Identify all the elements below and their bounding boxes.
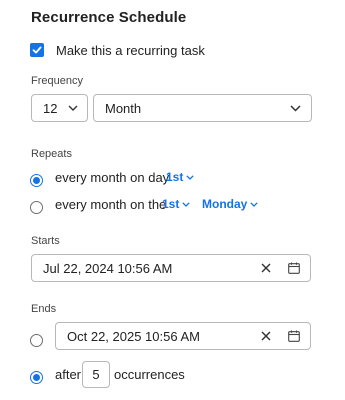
- start-datetime-input[interactable]: Jul 22, 2024 10:56 AM: [31, 254, 311, 282]
- end-after-radio[interactable]: [30, 371, 43, 384]
- repeat-weekday-value: Monday: [202, 197, 248, 211]
- repeats-label: Repeats: [31, 148, 72, 160]
- end-after-prefix: after: [55, 367, 82, 382]
- repeat-day-label: every month on day: [55, 170, 170, 185]
- chevron-down-icon: [186, 174, 195, 180]
- recurring-label[interactable]: Make this a recurring task: [56, 43, 205, 58]
- repeat-weekday-radio[interactable]: [30, 201, 43, 214]
- close-icon[interactable]: [258, 260, 274, 276]
- start-datetime-value: Jul 22, 2024 10:56 AM: [43, 260, 173, 276]
- frequency-unit-select[interactable]: Month: [93, 94, 312, 122]
- calendar-icon[interactable]: [286, 328, 302, 344]
- occurrence-count-value: 5: [92, 367, 100, 382]
- end-date-radio[interactable]: [30, 334, 43, 347]
- recurring-checkbox[interactable]: [30, 43, 44, 57]
- end-after-suffix: occurrences: [114, 367, 185, 382]
- frequency-unit-value: Month: [105, 100, 142, 116]
- end-datetime-input[interactable]: Oct 22, 2025 10:56 AM: [55, 322, 311, 350]
- repeat-ordinal-dropdown[interactable]: 1st: [162, 197, 191, 211]
- chevron-down-icon: [68, 105, 78, 111]
- frequency-label: Frequency: [31, 75, 83, 87]
- calendar-icon[interactable]: [286, 260, 302, 276]
- ends-label: Ends: [31, 303, 57, 315]
- occurrence-count-input[interactable]: 5: [82, 361, 110, 388]
- repeat-day-dropdown[interactable]: 1st: [166, 170, 195, 184]
- repeat-weekday-label: every month on the: [55, 197, 167, 212]
- end-datetime-value: Oct 22, 2025 10:56 AM: [67, 328, 200, 344]
- frequency-interval-value: 12: [43, 100, 58, 116]
- chevron-down-icon: [182, 201, 191, 207]
- starts-label: Starts: [31, 235, 60, 247]
- repeat-ordinal-value: 1st: [162, 197, 180, 211]
- chevron-down-icon: [290, 104, 301, 112]
- dialog-title: Recurrence Schedule: [31, 9, 187, 26]
- repeat-day-radio[interactable]: [30, 174, 43, 187]
- chevron-down-icon: [250, 201, 259, 207]
- checkmark-icon: [32, 46, 42, 54]
- repeat-weekday-dropdown[interactable]: Monday: [202, 197, 259, 211]
- close-icon[interactable]: [258, 328, 274, 344]
- repeat-day-value: 1st: [166, 170, 184, 184]
- frequency-interval-select[interactable]: 12: [31, 94, 88, 122]
